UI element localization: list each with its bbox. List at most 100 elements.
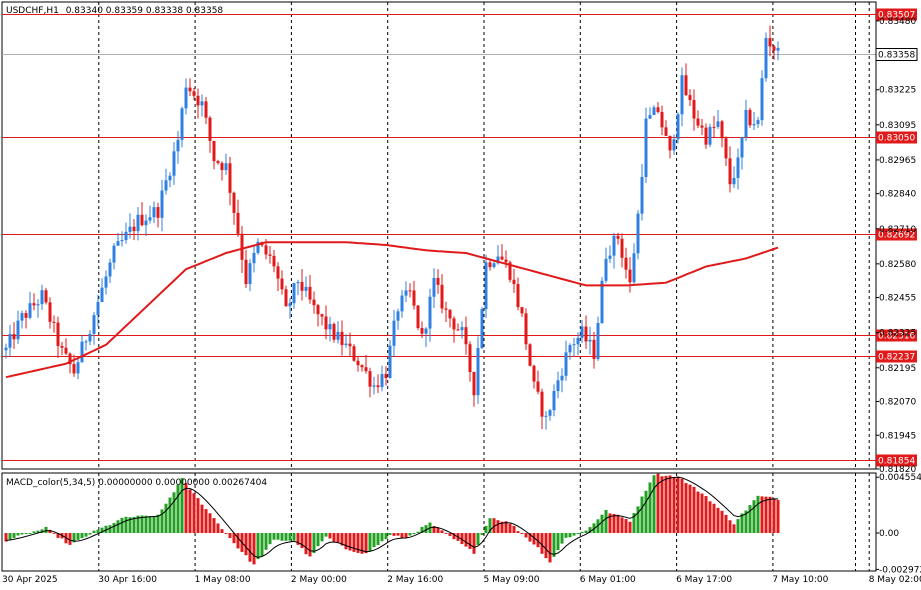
macd-bar (400, 533, 404, 539)
level-tag-label: 0.83050 (878, 134, 915, 144)
macd-bar (228, 533, 232, 539)
macd-bar (640, 496, 644, 534)
candle-body (284, 289, 288, 307)
candle-body (348, 343, 352, 347)
candle-body (400, 295, 404, 312)
candle-body (176, 139, 180, 152)
candle-body (228, 163, 232, 193)
candle-body (672, 139, 676, 151)
candle-body (216, 161, 220, 164)
candle-body (724, 138, 728, 159)
candle-body (104, 276, 108, 288)
candle-body (404, 290, 408, 296)
candle-body (148, 217, 152, 221)
candle-body (96, 301, 100, 316)
time-label: 6 May 01:00 (580, 575, 636, 585)
candle-body (12, 334, 16, 340)
macd-bar (568, 533, 572, 538)
macd-bar (416, 531, 420, 534)
candle-body (580, 326, 584, 338)
candle-body (80, 341, 84, 363)
candle-body (604, 258, 608, 281)
candle-body (184, 87, 188, 109)
candle-body (172, 151, 176, 176)
candle-body (340, 331, 344, 345)
candle-body (208, 117, 212, 141)
macd-axis: 0.0045549 0.00 -0.0029722 (876, 473, 921, 575)
macd-bar (380, 533, 384, 542)
candle-body (380, 374, 384, 388)
price-tick-label: 0.83095 (879, 121, 916, 131)
candle-body (392, 320, 396, 346)
candle-body (8, 334, 12, 348)
candle-body (304, 286, 308, 291)
macd-bar (272, 533, 276, 540)
candle-body (740, 137, 744, 158)
macd-bar (168, 497, 172, 534)
macd-bar (660, 476, 664, 534)
macd-bar (28, 533, 32, 535)
candle-body (320, 314, 324, 317)
candle-body (272, 255, 276, 267)
chart-canvas[interactable]: 0.835070.830500.826920.823160.822370.818… (0, 0, 921, 590)
macd-bar (556, 533, 560, 551)
macd-bar (24, 533, 28, 535)
candle-body (312, 299, 316, 306)
macd-bar (672, 477, 676, 534)
macd-bar (772, 498, 776, 534)
candle-body (416, 305, 420, 329)
macd-bar (580, 531, 584, 534)
candle-body (220, 163, 224, 171)
macd-bar (524, 533, 528, 538)
candle-body (136, 214, 140, 232)
macd-bar (680, 478, 684, 534)
candle-body (468, 344, 472, 372)
macd-bar (80, 533, 84, 539)
candle-body (160, 190, 164, 218)
macd-bar (776, 499, 780, 534)
candle-body (456, 329, 460, 331)
candle-body (512, 279, 516, 285)
macd-tick-label: 0.00 (879, 529, 899, 539)
macd-bar (736, 519, 740, 534)
macd-bar (164, 503, 168, 534)
candle-body (444, 308, 448, 310)
price-tick-label: 0.83480 (879, 17, 916, 27)
candle-body (128, 226, 132, 232)
macd-bar (508, 523, 512, 534)
candle-body (756, 120, 760, 125)
candle-body (708, 126, 712, 145)
macd-bar (732, 524, 736, 534)
time-label: 30 Apr 16:00 (98, 575, 157, 585)
macd-bar (584, 530, 588, 534)
candle-body (264, 245, 268, 255)
macd-bar (520, 533, 524, 535)
macd-bar (32, 531, 36, 534)
candle-body (584, 326, 588, 342)
price-pane[interactable] (1, 1, 877, 470)
macd-tick-label: -0.0029722 (879, 565, 921, 575)
candle-body (652, 107, 656, 116)
macd-bar (676, 476, 680, 534)
candle-body (572, 344, 576, 346)
macd-bar (140, 515, 144, 534)
candle-body (460, 327, 464, 331)
macd-bar (468, 533, 472, 549)
candle-body (180, 108, 184, 140)
candle-body (716, 121, 720, 127)
candle-body (744, 110, 748, 138)
candle-body (76, 362, 80, 374)
candle-body (408, 290, 412, 292)
candle-body (528, 344, 532, 366)
candle-body (712, 126, 716, 128)
candle-body (212, 140, 216, 162)
candle-body (760, 78, 764, 121)
candle-body (308, 286, 312, 300)
macd-bar (440, 530, 444, 534)
candle-body (384, 374, 388, 379)
time-label: 2 May 00:00 (291, 575, 347, 585)
candle-body (536, 381, 540, 392)
price-tick-label: 0.82325 (879, 329, 916, 339)
candle-body (592, 339, 596, 360)
macd-bar (196, 498, 200, 534)
